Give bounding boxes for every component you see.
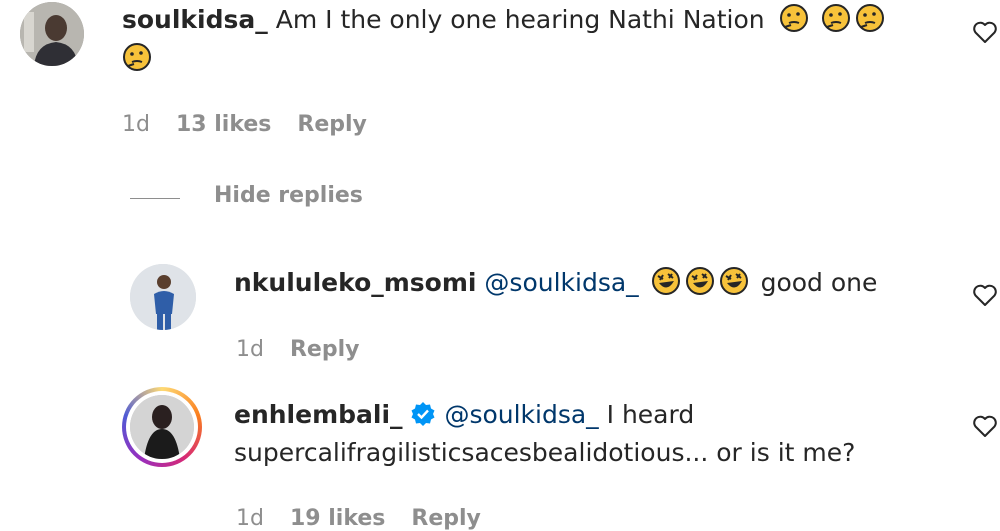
mention-link[interactable]: @soulkidsa_ [444,400,598,429]
reply-username[interactable]: enhlembali_ [234,400,403,429]
reply-time: 1d [236,506,264,531]
heart-icon[interactable] [972,20,998,44]
likes-count[interactable]: 19 likes [290,506,385,531]
verified-badge-icon [410,400,444,429]
reply-meta: 1d Reply [236,337,359,362]
hide-replies-button[interactable]: Hide replies [214,183,363,208]
heart-icon[interactable] [972,414,998,438]
comment-time: 1d [122,112,150,137]
comment-meta: 1d 13 likes Reply [122,112,367,137]
reply-text: good one [760,268,878,297]
thinking-face-icon [855,4,889,34]
reply-button[interactable]: Reply [290,337,360,362]
mention-link[interactable]: @soulkidsa_ [484,268,638,297]
comment-text: Am I the only one hearing Nathi Nation [275,5,765,34]
reply-username[interactable]: nkululeko_msomi [234,268,476,297]
story-ring[interactable] [122,387,202,467]
rolling-laughing-icon [651,267,685,297]
hide-replies-divider [130,198,180,199]
reply-button[interactable]: Reply [411,506,481,531]
reply-text: I heard [606,400,695,429]
reply-text-continued: supercalifragilisticsacesbealidotious...… [234,438,856,467]
reply-time: 1d [236,337,264,362]
heart-icon[interactable] [972,283,998,307]
reply-meta: 1d 19 likes Reply [236,506,481,531]
avatar [130,395,194,459]
likes-count[interactable]: 13 likes [176,112,271,137]
thinking-face-icon [122,43,156,73]
rolling-laughing-icon [719,267,753,297]
avatar[interactable] [130,264,196,330]
rolling-laughing-icon [685,267,719,297]
avatar[interactable] [20,2,84,66]
thinking-face-icon [779,4,821,34]
comment-username[interactable]: soulkidsa_ [122,5,268,34]
thinking-face-icon [821,4,855,34]
reply-button[interactable]: Reply [297,112,367,137]
